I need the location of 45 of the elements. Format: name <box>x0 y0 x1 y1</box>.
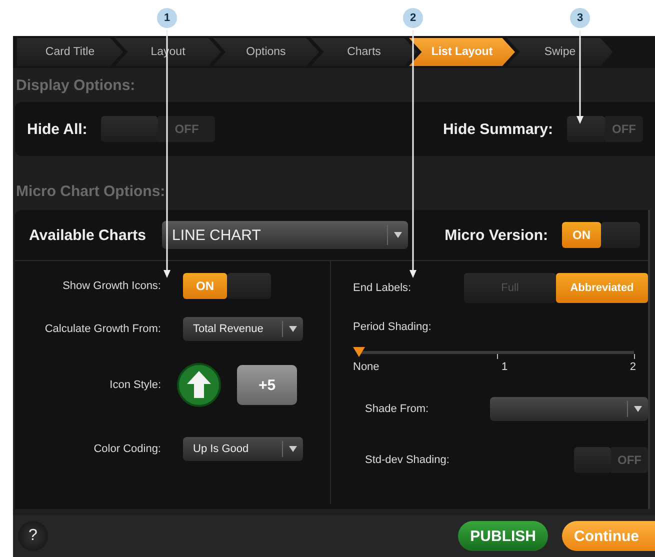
continue-button[interactable]: Continue <box>562 521 655 551</box>
setting-label: Icon Style: <box>108 379 161 391</box>
toggle-switch[interactable]: ON <box>562 222 640 248</box>
setting-label: Calculate Growth From: <box>44 323 161 335</box>
caret-icon <box>289 326 297 332</box>
setting-label: Show Growth Icons: <box>62 280 161 292</box>
setting-label: Available Charts <box>29 226 146 244</box>
tick-label: 1 <box>502 361 508 373</box>
toggle-switch[interactable]: OFF <box>101 116 216 142</box>
toggle-switch[interactable]: OFF <box>574 447 648 473</box>
setting-label: Period Shading: <box>353 321 432 333</box>
wizard-step-tab[interactable]: Swipe <box>507 38 613 66</box>
setting-label: Hide All: <box>27 120 88 138</box>
toggle-switch[interactable]: OFF <box>567 116 643 142</box>
tick-label: 2 <box>630 361 636 373</box>
dropdown[interactable]: LINE CHART <box>162 221 408 249</box>
caret-icon <box>394 232 402 238</box>
tick-label: None <box>353 361 380 373</box>
section-heading: Micro Chart Options: <box>15 182 166 200</box>
caret-icon <box>634 406 642 412</box>
tick-mark <box>496 354 498 359</box>
setting-label: Color Coding: <box>92 443 161 455</box>
callout-marker: 1 <box>157 8 177 28</box>
wizard-step-tab[interactable]: Charts <box>311 38 417 66</box>
setting-label: Hide Summary: <box>442 120 553 138</box>
dropdown[interactable]: Total Revenue <box>183 317 303 341</box>
wizard-step-tab[interactable]: List Layout <box>409 38 515 66</box>
wizard-step-tab[interactable]: Card Title <box>17 38 123 66</box>
setting-label: End Labels: <box>353 282 412 294</box>
section-heading: Display Options: <box>15 76 136 94</box>
toggle-switch[interactable]: ON <box>183 273 271 299</box>
setting-label: Micro Version: <box>444 226 548 244</box>
tick-mark <box>634 354 635 359</box>
setting-label: Shade From: <box>365 403 429 415</box>
dropdown[interactable]: Up Is Good <box>183 437 303 461</box>
help-button[interactable]: ? <box>18 521 48 551</box>
slider-thumb[interactable] <box>353 347 365 357</box>
callout-marker: 2 <box>403 8 423 28</box>
segment-option[interactable]: Abbreviated <box>556 273 648 303</box>
wizard-step-tab[interactable]: Options <box>213 38 319 66</box>
caret-icon <box>289 446 297 452</box>
callout-marker: 3 <box>570 8 590 28</box>
publish-button[interactable]: PUBLISH <box>458 521 548 551</box>
setting-label: Std-dev Shading: <box>365 454 450 466</box>
growth-badge[interactable]: +5 <box>237 365 297 405</box>
